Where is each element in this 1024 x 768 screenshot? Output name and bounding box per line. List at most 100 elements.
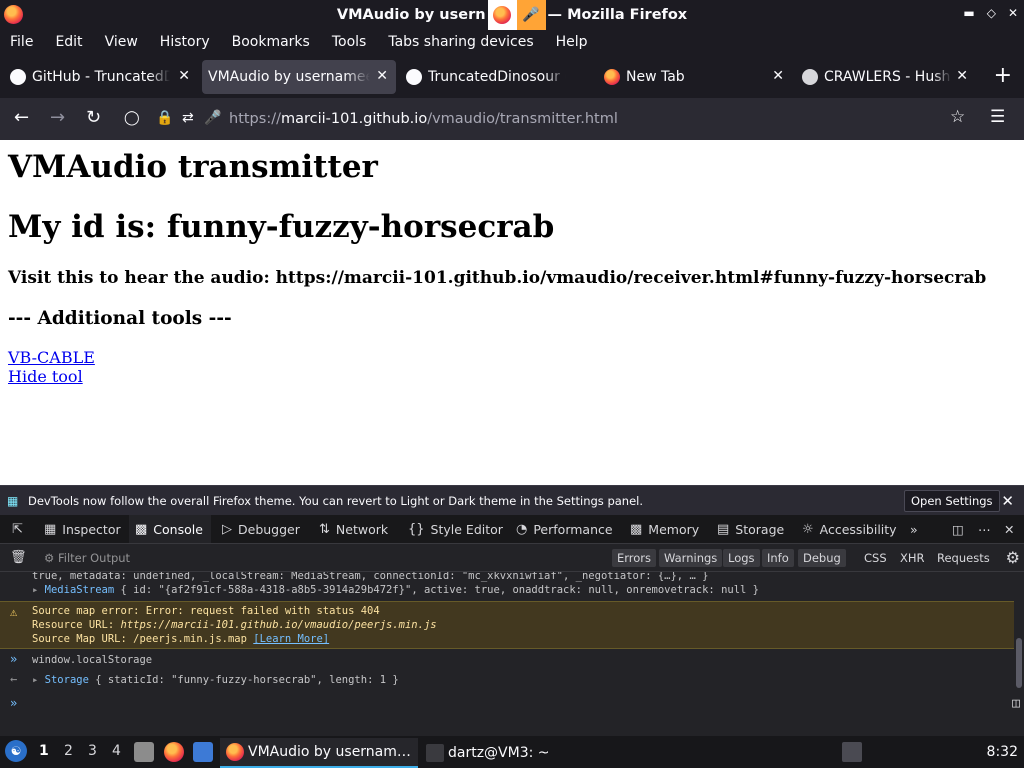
tab-close-icon[interactable]: ✕ — [376, 68, 388, 84]
filter-requests-button[interactable]: Requests — [937, 551, 990, 565]
tab-github-truncateddi[interactable]: GitHub - TruncatedDi ✕ — [4, 60, 198, 94]
back-arrow-icon[interactable]: ← — [14, 107, 29, 128]
desktop-icon[interactable] — [193, 742, 213, 762]
console-log-line[interactable]: ▸ MediaStream { id: "{af2f91cf-588a-4318… — [32, 584, 1024, 596]
storage-icon: ▤ — [717, 521, 730, 537]
pick-element-icon[interactable]: ⇱ — [8, 515, 33, 543]
microphone-icon[interactable]: 🎤 — [204, 110, 221, 126]
filter-debug-button[interactable]: Debug — [798, 549, 846, 567]
menu-tools[interactable]: Tools — [332, 34, 367, 50]
devtools-toolbar: ⇱ ▦ Inspector ▩ Console ▷ Debugger ⇅ Network… — [0, 515, 1024, 544]
expand-triangle-icon[interactable]: ▸ — [32, 674, 45, 686]
tab-storage[interactable]: ▤ Storage — [713, 515, 788, 543]
close-devtools-icon[interactable]: ✕ — [1000, 515, 1018, 543]
tab-console[interactable]: ▩ Console — [129, 515, 211, 543]
shield-icon[interactable]: ◯ — [124, 110, 140, 126]
filter-css-button[interactable]: CSS — [864, 551, 887, 565]
taskbar-firefox-window[interactable]: VMAudio by usernam… — [220, 738, 418, 768]
filter-logs-button[interactable]: Logs — [723, 549, 760, 567]
forward-arrow-icon[interactable]: → — [50, 107, 65, 128]
hamburger-menu-icon[interactable]: ☰ — [990, 107, 1005, 127]
url-host: marcii-101.github.io — [280, 111, 428, 127]
clear-console-trash-icon[interactable]: 🗑 — [10, 550, 27, 565]
maximize-button[interactable]: ◇ — [987, 6, 996, 20]
hide-tool-link[interactable]: Hide tool — [8, 367, 1016, 386]
url-bar[interactable]: ◯ 🔒 ⇄ 🎤 https://marcii-101.github.io/vma… — [116, 102, 984, 136]
tab-style-editor[interactable]: {} Style Editor — [404, 515, 507, 543]
tab-close-icon[interactable]: ✕ — [772, 68, 784, 84]
reload-icon[interactable]: ↻ — [86, 107, 101, 128]
close-notice-icon[interactable]: ✕ — [1001, 492, 1014, 510]
filter-output-input[interactable]: ⚙︎ Filter Output — [44, 551, 130, 565]
taskbar: ☯ 1 2 3 4 VMAudio by usernam… dartz@VM3:… — [0, 736, 1024, 768]
tab-memory[interactable]: ▩ Memory — [626, 515, 703, 543]
split-editor-icon[interactable]: ◫ — [1012, 696, 1020, 711]
start-menu-icon[interactable]: ☯ — [5, 740, 27, 762]
filter-xhr-button[interactable]: XHR — [900, 551, 925, 565]
tab-close-icon[interactable]: ✕ — [956, 68, 968, 84]
tab-new-tab[interactable]: New Tab ✕ — [598, 60, 792, 94]
more-tabs-chevron-icon[interactable]: » — [906, 515, 922, 543]
workspace-3[interactable]: 3 — [88, 743, 97, 759]
menu-bookmarks[interactable]: Bookmarks — [232, 34, 310, 50]
tab-label: Accessibility — [819, 521, 897, 537]
menu-view[interactable]: View — [105, 34, 138, 50]
close-window-button[interactable]: ✕ — [1008, 6, 1018, 20]
tab-performance[interactable]: ◔ Performance — [512, 515, 617, 543]
minimize-button[interactable]: ▬ — [963, 6, 974, 20]
lock-icon[interactable]: 🔒 — [156, 110, 173, 126]
microphone-share-icon[interactable]: 🎤 — [516, 0, 546, 30]
workspace-2[interactable]: 2 — [64, 743, 73, 759]
tray-icon[interactable] — [842, 742, 862, 762]
warning-resource-line: Resource URL: https://marcii-101.github.… — [32, 619, 437, 631]
filter-errors-button[interactable]: Errors — [612, 549, 657, 567]
tab-close-icon[interactable]: ✕ — [178, 68, 190, 84]
performance-icon: ◔ — [516, 521, 528, 537]
workspace-4[interactable]: 4 — [112, 743, 121, 759]
tab-network[interactable]: ⇅ Network — [315, 515, 392, 543]
menu-file[interactable]: File — [10, 34, 33, 50]
workspace-1[interactable]: 1 — [39, 743, 49, 759]
tab-inspector[interactable]: ▦ Inspector — [40, 515, 125, 543]
filter-placeholder: Filter Output — [57, 551, 131, 565]
more-options-icon[interactable]: ⋯ — [974, 515, 995, 543]
filter-info-button[interactable]: Info — [762, 549, 794, 567]
file-manager-icon[interactable] — [134, 742, 154, 762]
tab-debugger[interactable]: ▷ Debugger — [218, 515, 304, 543]
tab-vmaudio[interactable]: VMAudio by usernamee ✕ — [202, 60, 396, 94]
console-settings-gear-icon[interactable]: ⚙ — [1006, 548, 1020, 567]
console-output[interactable]: true, metadata: undefined, _localStream:… — [0, 572, 1024, 736]
map-url: Source Map URL: /peerjs.min.js.map — [32, 633, 254, 645]
console-input-prompt-icon[interactable]: » — [10, 696, 17, 710]
url-text[interactable]: https://marcii-101.github.io/vmaudio/tra… — [229, 111, 618, 127]
menu-history[interactable]: History — [160, 34, 210, 50]
console-result-line[interactable]: ▸ Storage { staticId: "funny-fuzzy-horse… — [32, 674, 1024, 686]
vb-cable-link[interactable]: VB-CABLE — [8, 348, 1016, 367]
expand-triangle-icon[interactable]: ▸ — [32, 584, 45, 596]
tab-truncateddinosour[interactable]: TruncatedDinosour (T — [400, 60, 594, 94]
filter-warnings-button[interactable]: Warnings — [659, 549, 723, 567]
console-scrollbar[interactable] — [1016, 638, 1022, 688]
web-page-content: VMAudio transmitter My id is: funny-fuzz… — [0, 140, 1024, 485]
menu-help[interactable]: Help — [556, 34, 588, 50]
dock-mode-icon[interactable]: ◫ — [948, 515, 968, 543]
bookmark-star-icon[interactable]: ☆ — [950, 107, 965, 127]
screen-share-icon[interactable] — [487, 0, 517, 30]
tab-accessibility[interactable]: ☼ Accessibility — [798, 515, 901, 543]
learn-more-link[interactable]: [Learn More] — [253, 633, 329, 645]
page-heading: VMAudio transmitter — [8, 149, 378, 185]
receiver-instructions: Visit this to hear the audio: https://ma… — [8, 268, 987, 288]
firefox-launcher-icon[interactable] — [164, 742, 184, 762]
inspector-icon: ▦ — [44, 521, 57, 537]
menu-edit[interactable]: Edit — [55, 34, 82, 50]
sharing-indicator[interactable]: 🎤 — [487, 0, 546, 30]
style-editor-icon: {} — [408, 521, 425, 537]
taskbar-terminal-window[interactable]: dartz@VM3: ~ — [420, 738, 692, 768]
open-settings-button[interactable]: Open Settings — [904, 490, 1000, 512]
clock[interactable]: 8:32 — [987, 744, 1018, 760]
menu-tabs-sharing-devices[interactable]: Tabs sharing devices — [388, 34, 533, 50]
new-tab-button[interactable]: + — [994, 63, 1012, 88]
tab-crawlers-hush[interactable]: CRAWLERS - Hush (O ✕ — [796, 60, 976, 94]
permissions-icon[interactable]: ⇄ — [182, 110, 194, 126]
tab-label: TruncatedDinosour (T — [428, 69, 566, 85]
